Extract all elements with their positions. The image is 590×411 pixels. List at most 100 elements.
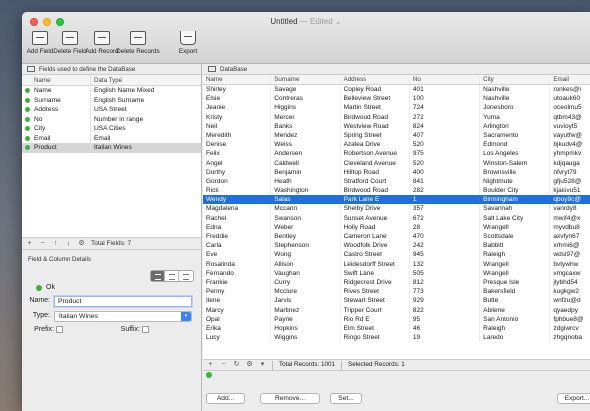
table-cell: Nashville [480,94,551,104]
edited-indicator[interactable]: — Edited ⌄ [300,17,342,26]
table-cell: mwif4@x [553,214,581,222]
column-header[interactable]: Email [550,75,590,84]
delete-records-button[interactable]: Delete Records [116,31,160,55]
fields-col-type[interactable]: Data Type [91,75,201,85]
type-select[interactable]: Italian Wines ▾ [54,311,192,322]
table-row[interactable]: Denise Weiss Azalea Drive 520 Edmond bjkudv4@ [203,140,590,150]
table-row[interactable]: Shirley Savage Copley Road 401 Nashville ronk… [203,85,590,95]
table-row[interactable]: Felix Andersen Robertson Avenue 975 Los Ange… [203,149,590,159]
database-table[interactable]: Name Surname Address No City Email Shirley Sav… [203,75,590,359]
field-name-cell: Address [32,105,91,115]
table-row[interactable]: Neil Banks Westview Road 824 Arlington vuvioy… [203,121,590,131]
type-select-value: Italian Wines [59,313,98,320]
fields-table[interactable]: Name Data Type Name English Name Mixed Sur… [22,75,201,238]
view-mode-segmented-control[interactable] [150,270,194,282]
table-row[interactable]: Opal Payne Rio Rd E 95 San Antonio fphbue8@ [203,314,590,324]
table-row[interactable]: Freddie Bentley Cameron Lane 470 Scottsdale a… [203,232,590,242]
table-cell: Contreras [271,94,341,104]
field-row[interactable]: Name English Name Mixed [22,86,201,96]
remove-record-minus-icon[interactable]: − [220,359,227,371]
field-status-cell [22,143,32,153]
name-input[interactable]: Product [54,296,192,307]
table-cell: 400 [410,167,481,177]
table-cell: Vaughan [271,268,341,278]
field-row[interactable]: Product Italian Wines [22,143,201,153]
field-type-cell: USA Cities [94,125,126,132]
table-cell: Elm Street [341,323,410,334]
column-header[interactable]: Surname [271,75,341,84]
table-cell: Holly Road [341,222,410,232]
field-type-cell: USA Street [94,106,127,113]
table-cell: Jeanie [203,103,272,113]
table-row[interactable]: Rosalinda Allison Leidesdorff Street 132 Wra… [203,259,590,269]
table-row[interactable]: Penny Mcclure Rives Street 773 Bakersfield ku… [203,287,590,297]
table-row[interactable]: Frankie Curry Ridgecrest Drive 812 Presque I… [203,277,590,288]
table-cell: kdjqauga [553,159,580,167]
table-row[interactable]: Elsie Contreras Belleview Street 100 Nashvil… [203,94,590,104]
column-header[interactable]: Name [203,75,272,84]
database-table-header: Name Surname Address No City Email [203,75,590,85]
table-cell: qtbm43@ [553,113,582,121]
column-header[interactable]: No [410,75,481,84]
table-cell: vuvioyt5 [553,122,578,130]
field-name-cell: No [32,114,91,124]
table-cell: Rosalinda [203,259,272,269]
table-row[interactable]: Edna Weber Holly Road 28 Wrangell myvdbu8 [203,222,590,232]
table-cell: 407 [410,130,481,141]
suffix-checkbox[interactable] [142,326,149,333]
field-status-cell [22,134,32,144]
prefix-checkbox[interactable] [56,326,63,333]
column-header[interactable]: Address [341,75,410,84]
field-row[interactable]: City USA Cities [22,124,201,134]
fields-col-name[interactable]: Name [32,75,91,85]
add-field-plus-icon[interactable]: + [26,238,33,250]
fields-table-header: Name Data Type [22,75,201,86]
view-mode-list-icon[interactable] [151,271,165,281]
field-row[interactable]: Email Email [22,133,201,144]
table-cell: Boulder City [480,186,551,196]
field-ok-icon [25,107,30,112]
table-row[interactable]: Carla Stephenson Woodfolk Drive 242 Babbitt x… [203,241,590,251]
refresh-icon[interactable]: ↻ [233,359,240,371]
table-cell: Weber [271,222,341,232]
table-row[interactable]: Dorthy Benjamin Hilltop Road 400 Brownsville… [203,167,590,177]
table-row[interactable]: Erika Hopkins Elm Street 46 Raleigh zdgiwrcv [203,323,590,334]
gear-icon[interactable]: ⚙ [246,359,253,371]
remove-field-minus-icon[interactable]: − [39,238,46,250]
table-cell: Fernando [203,268,272,278]
field-settings-icon[interactable]: ⚙ [78,238,85,250]
table-row[interactable]: Ilene Jarvis Stewart Street 929 Butte wnfzu@d [203,296,590,306]
table-row[interactable]: Wendy Salas Park Lane E 1 Birmingham qboy9c@ [203,195,590,205]
add-button[interactable]: Add... [206,393,245,404]
table-row[interactable]: Angel Caldwell Cleveland Avenue 520 Winston-… [203,158,590,168]
table-row[interactable]: Jeanie Higgins Martin Street 724 Jonesboro oc… [203,103,590,113]
table-row[interactable]: Marcy Martinez Tripper Court 822 Abilene qyae… [203,305,590,315]
table-row[interactable]: Lucy Wiggins Ringo Street 19 Laredo zhgqnoba [203,333,590,343]
remove-button[interactable]: Remove... [260,393,320,404]
table-row[interactable]: Kristy Mercer Birdwood Road 272 Yuma qtbm43@ [203,112,590,122]
table-row[interactable]: Fernando Vaughan Swift Lane 505 Wrangell vmgc… [203,268,590,278]
field-row[interactable]: Surname English Surname [22,95,201,105]
table-row[interactable]: Rick Washington Birdwood Road 282 Boulder Ci… [203,186,590,196]
field-row[interactable]: No Number in range [22,114,201,124]
table-row[interactable]: Gordon Heath Stratford Court 841 Nightmute gf… [203,176,590,187]
table-row[interactable]: Eve Wong Castro Street 945 Raleigh wdsi97@ [203,250,590,260]
table-row[interactable]: Meredith Mendez Spring Street 407 Sacramento… [203,130,590,141]
set-button[interactable]: Set... [330,393,362,404]
view-mode-columns-icon[interactable] [165,271,179,281]
export-button[interactable]: Export [168,31,208,55]
table-cell: Martinez [271,305,341,315]
add-field-icon [32,31,48,45]
column-header[interactable]: City [480,75,551,84]
fields-status-column-header [22,75,32,85]
table-row[interactable]: Rachel Swanson Sunset Avenue 672 Salt Lake C… [203,213,590,223]
move-up-icon[interactable]: ↑ [52,238,59,250]
field-row[interactable]: Address USA Street [22,105,201,115]
add-record-plus-icon[interactable]: + [207,359,214,371]
view-mode-grid-icon[interactable] [179,271,193,281]
chevron-down-icon[interactable]: ▾ [259,359,266,371]
export-records-button[interactable]: Export... [557,393,590,404]
delete-field-icon [62,31,78,45]
table-row[interactable]: Magdalena Mccann Shelby Drive 357 Savannah va… [203,204,590,214]
move-down-icon[interactable]: ↓ [65,238,72,250]
